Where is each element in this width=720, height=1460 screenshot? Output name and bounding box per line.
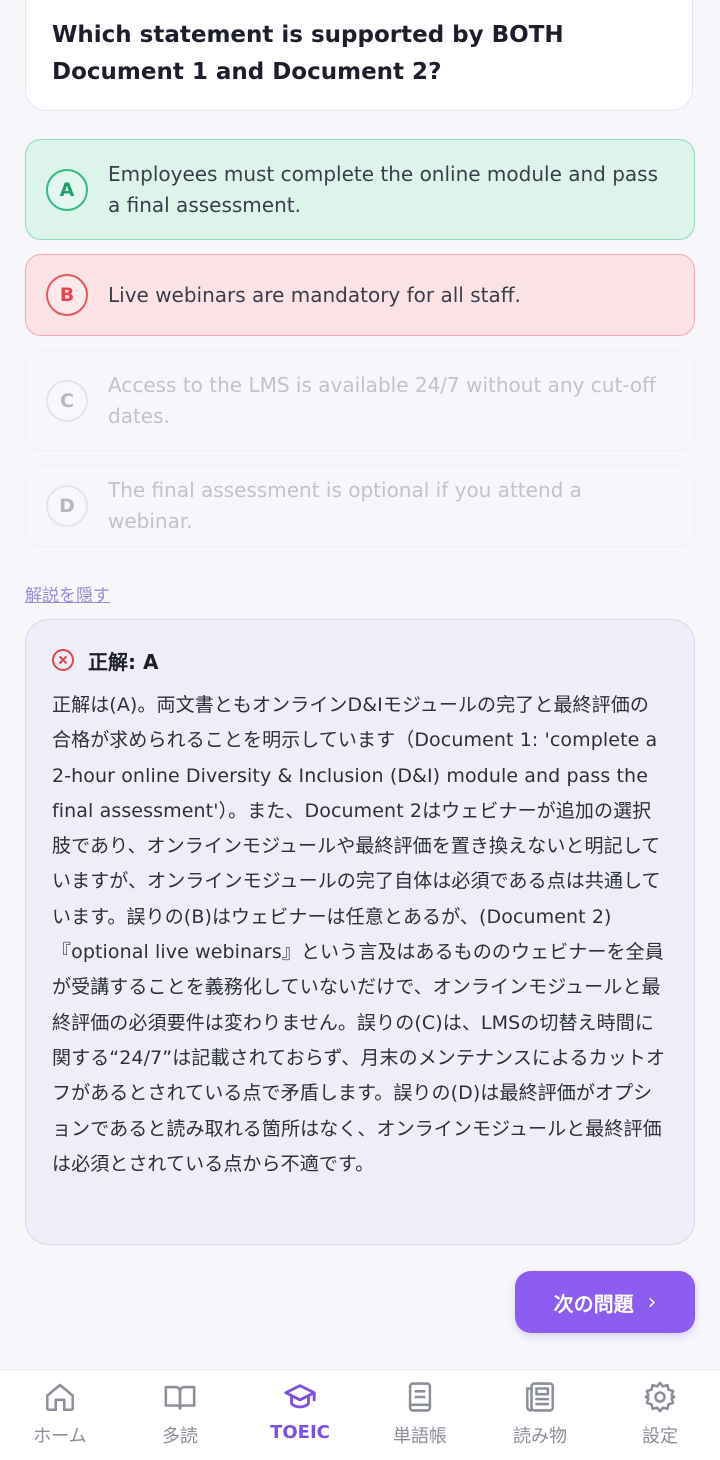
option-text-d: The final assessment is optional if you … [108, 478, 582, 533]
question-text: Which statement is supported by BOTH Doc… [52, 22, 564, 85]
option-b[interactable]: B Live webinars are mandatory for all st… [25, 254, 695, 336]
option-letter-b: B [46, 274, 88, 316]
incorrect-x-icon [52, 649, 74, 671]
notebook-icon [403, 1380, 437, 1414]
question-card: Which statement is supported by BOTH Doc… [25, 0, 693, 111]
nav-item-toeic[interactable]: TOEIC [240, 1370, 360, 1460]
option-letter-a: A [46, 169, 88, 211]
graduation-cap-icon [283, 1380, 317, 1414]
newspaper-icon [523, 1380, 557, 1414]
chevron-right-icon: › [647, 1289, 657, 1315]
option-c[interactable]: C Access to the LMS is available 24/7 wi… [25, 350, 695, 451]
bottom-nav: ホーム 多読 TOEIC 単語帳 読み物 設定 [0, 1369, 720, 1460]
explanation-title: 正解: A [88, 649, 159, 674]
nav-label-reading: 読み物 [513, 1426, 567, 1447]
option-text-c: Access to the LMS is available 24/7 with… [108, 373, 656, 428]
next-question-button[interactable]: 次の問題 › [515, 1271, 695, 1333]
option-text-b: Live webinars are mandatory for all staf… [108, 283, 521, 307]
nav-label-vocab: 単語帳 [393, 1426, 447, 1447]
nav-item-home[interactable]: ホーム [0, 1370, 120, 1460]
explanation-header: 正解: A [52, 646, 668, 674]
nav-item-reading[interactable]: 読み物 [480, 1370, 600, 1460]
nav-label-tadoku: 多読 [162, 1426, 198, 1447]
option-d[interactable]: D The final assessment is optional if yo… [25, 465, 695, 547]
option-letter-c: C [46, 380, 88, 422]
explanation-body: 正解は(A)。両文書ともオンラインD&Iモジュールの完了と最終評価の合格が求めら… [52, 694, 666, 1175]
gear-icon [643, 1380, 677, 1414]
nav-label-settings: 設定 [642, 1426, 678, 1447]
home-icon [43, 1380, 77, 1414]
nav-item-settings[interactable]: 設定 [600, 1370, 720, 1460]
next-question-label: 次の問題 [553, 1291, 634, 1316]
hide-explanation-link[interactable]: 解説を隠す [25, 581, 110, 606]
nav-label-toeic: TOEIC [270, 1422, 330, 1443]
option-letter-d: D [46, 485, 88, 527]
nav-item-vocab[interactable]: 単語帳 [360, 1370, 480, 1460]
option-a[interactable]: A Employees must complete the online mod… [25, 139, 695, 240]
book-open-icon [163, 1380, 197, 1414]
nav-label-home: ホーム [33, 1426, 87, 1447]
explanation-card: 正解: A 正解は(A)。両文書ともオンラインD&Iモジュールの完了と最終評価の… [25, 619, 695, 1245]
nav-item-tadoku[interactable]: 多読 [120, 1370, 240, 1460]
option-text-a: Employees must complete the online modul… [108, 162, 659, 217]
